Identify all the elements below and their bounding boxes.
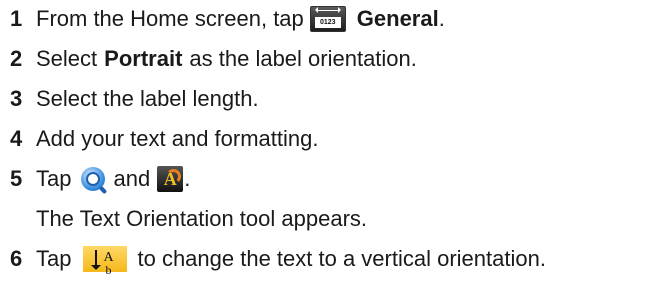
portrait-bold: Portrait [104, 46, 183, 71]
step-text: Tap [36, 246, 72, 271]
step-text: From the Home screen, tap [36, 6, 304, 31]
step-text: Select [36, 46, 98, 71]
step-number: 1 [10, 6, 23, 31]
step-text: Select the label length. [36, 86, 259, 111]
vertical-orientation-icon[interactable]: Ab [83, 246, 128, 277]
step-number: 4 [10, 126, 23, 151]
text-orientation-icon[interactable]: A [157, 166, 184, 192]
general-label-icon[interactable]: 0123 [309, 6, 346, 32]
instruction-steps: 1 From the Home screen, tap 0123 General… [10, 6, 546, 277]
step-number: 3 [10, 86, 23, 111]
general-bold: General [356, 6, 439, 31]
step-number: 5 [10, 166, 23, 191]
note-text: The Text Orientation tool appears. [36, 206, 368, 231]
step-text: Add your text and formatting. [36, 126, 319, 151]
step-text: Tap [36, 166, 72, 191]
step-number: 6 [10, 246, 23, 271]
zoom-icon[interactable] [81, 167, 106, 191]
step-number: 2 [10, 46, 23, 71]
